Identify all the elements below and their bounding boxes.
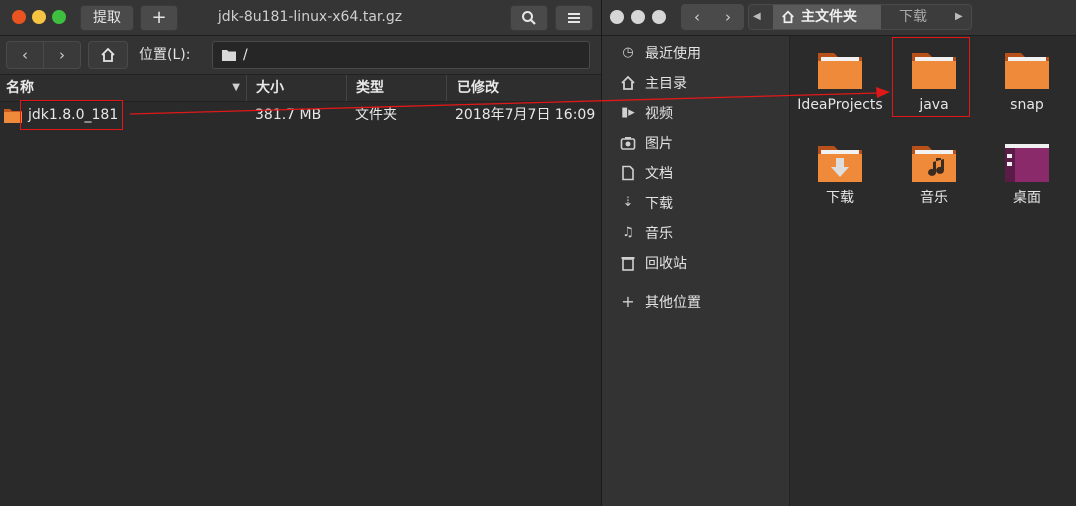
column-size[interactable]: 大小 (256, 75, 347, 101)
folder-label: 音乐 (920, 190, 948, 206)
sidebar-item-videos[interactable]: ▮▸ 视频 (602, 99, 789, 129)
document-icon (622, 165, 634, 181)
sidebar-item-recent[interactable]: ◷ 最近使用 (602, 39, 789, 69)
video-icon: ▮▸ (621, 105, 635, 120)
sidebar-item-label: 下载 (645, 196, 673, 212)
maximize-window-button[interactable] (652, 10, 666, 24)
location-path-text: / (243, 47, 248, 63)
column-name[interactable]: 名称 ▼ (6, 75, 247, 101)
window-title: jdk-8u181-linux-x64.tar.gz (217, 9, 403, 25)
folder-music[interactable]: 音乐 (888, 140, 980, 232)
sort-down-icon: ▼ (232, 82, 240, 93)
sidebar-item-music[interactable]: ♫ 音乐 (602, 219, 789, 249)
sidebar-item-home[interactable]: 主目录 (602, 69, 789, 99)
column-header: 名称 ▼ 大小 类型 已修改 (0, 75, 601, 102)
folder-download-icon (818, 146, 862, 182)
hamburger-menu-icon (568, 13, 580, 23)
column-name-label: 名称 (6, 80, 34, 96)
folder-snap[interactable]: snap (981, 47, 1073, 139)
extract-button[interactable]: 提取 (80, 5, 134, 31)
add-button[interactable]: + (140, 5, 178, 31)
folder-icon (818, 53, 862, 89)
home-icon (782, 10, 794, 24)
plus-icon: + (621, 292, 635, 311)
camera-icon (620, 137, 636, 150)
home-icon (621, 75, 635, 90)
highlight-box-source (20, 100, 123, 130)
sidebar-item-downloads[interactable]: ⇣ 下载 (602, 189, 789, 219)
sidebar-item-label: 音乐 (645, 226, 673, 242)
trash-icon (621, 257, 635, 271)
sidebar-item-label: 主目录 (645, 76, 687, 92)
highlight-box-target (892, 37, 970, 117)
folder-music-icon (912, 146, 956, 182)
folder-desktop-icon (1005, 144, 1049, 182)
back-button[interactable]: ‹ (6, 41, 44, 69)
folder-downloads[interactable]: 下载 (794, 140, 886, 232)
sidebar-item-label: 最近使用 (645, 46, 701, 62)
search-button[interactable] (510, 5, 548, 31)
chevron-right-icon: › (59, 46, 65, 64)
chevron-left-icon: ‹ (22, 46, 28, 64)
chevron-left-icon: ‹ (694, 8, 700, 26)
breadcrumb: ◀ 主文件夹 下载 ▶ (748, 4, 972, 30)
sidebar-item-documents[interactable]: 文档 (602, 159, 789, 189)
clock-icon: ◷ (622, 45, 634, 60)
close-window-button[interactable] (610, 10, 624, 24)
breadcrumb-downloads[interactable]: 下载 (899, 5, 927, 29)
sidebar-item-label: 回收站 (645, 256, 687, 272)
folder-label: 下载 (826, 190, 854, 206)
file-type: 文件夹 (355, 107, 397, 123)
download-icon: ⇣ (622, 195, 634, 210)
breadcrumb-right-arrow-icon[interactable]: ▶ (955, 5, 963, 29)
folder-icon (1005, 53, 1049, 89)
forward-button[interactable]: › (712, 4, 744, 30)
places-sidebar: ◷ 最近使用 主目录 ▮▸ 视频 图片 文档 ⇣ 下载 ♫ 音乐 回收站 + 其… (602, 36, 790, 506)
forward-button[interactable]: › (43, 41, 81, 69)
menu-button[interactable] (555, 5, 593, 31)
column-type[interactable]: 类型 (356, 75, 447, 101)
sidebar-item-other-locations[interactable]: + 其他位置 (602, 288, 789, 318)
file-manager-window: ‹ › ◀ 主文件夹 下载 ▶ ◷ 最近使用 主目录 ▮▸ 视频 图片 文档 ⇣… (601, 0, 1076, 506)
location-label: 位置(L): (139, 47, 191, 63)
archive-manager-window: 提取 + jdk-8u181-linux-x64.tar.gz ‹ › 位置(L… (0, 0, 601, 506)
music-icon: ♫ (622, 225, 634, 240)
right-titlebar: ‹ › ◀ 主文件夹 下载 ▶ (602, 0, 1076, 36)
back-button[interactable]: ‹ (681, 4, 713, 30)
folder-label: snap (1010, 97, 1044, 113)
sidebar-item-label: 文档 (645, 166, 673, 182)
location-bar: ‹ › 位置(L): / (0, 36, 601, 75)
folder-label: IdeaProjects (797, 97, 883, 113)
search-icon (522, 11, 536, 25)
folder-icon (222, 50, 236, 61)
home-button[interactable] (88, 41, 128, 69)
sidebar-item-trash[interactable]: 回收站 (602, 249, 789, 279)
folder-label: 桌面 (1013, 190, 1041, 206)
breadcrumb-home[interactable]: 主文件夹 (773, 5, 881, 29)
sidebar-item-label: 图片 (645, 136, 673, 152)
maximize-window-button[interactable] (52, 10, 66, 24)
left-titlebar: 提取 + jdk-8u181-linux-x64.tar.gz (0, 0, 601, 36)
breadcrumb-left-arrow-icon[interactable]: ◀ (753, 5, 761, 29)
chevron-right-icon: › (725, 8, 731, 26)
folder-desktop[interactable]: 桌面 (981, 140, 1073, 232)
minimize-window-button[interactable] (32, 10, 46, 24)
home-icon (101, 47, 115, 62)
file-size: 381.7 MB (255, 107, 322, 123)
minimize-window-button[interactable] (631, 10, 645, 24)
sidebar-item-label: 其他位置 (645, 295, 701, 311)
sidebar-item-pictures[interactable]: 图片 (602, 129, 789, 159)
column-modified[interactable]: 已修改 (457, 75, 597, 101)
breadcrumb-home-label: 主文件夹 (801, 9, 857, 25)
location-path-field[interactable]: / (212, 41, 590, 69)
file-modified: 2018年7月7日 16:09 (455, 107, 596, 123)
sidebar-item-label: 视频 (645, 106, 673, 122)
close-window-button[interactable] (12, 10, 26, 24)
folder-ideaprojects[interactable]: IdeaProjects (794, 47, 886, 139)
